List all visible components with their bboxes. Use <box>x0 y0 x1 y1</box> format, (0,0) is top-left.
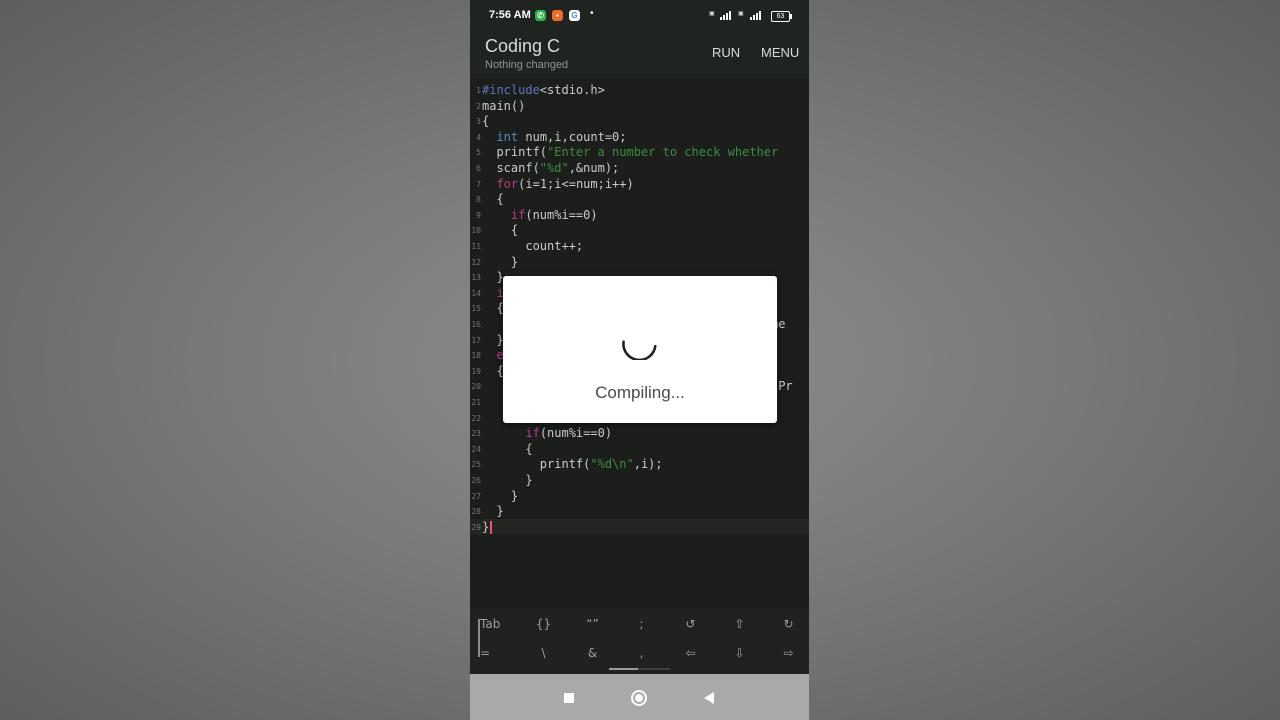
scroll-indicator[interactable] <box>609 668 638 670</box>
extra-keys-bar: Tab {} “”; ↺ ⇧ ↻ = \ &, ⇦ ⇩ ⇨ <box>470 608 809 674</box>
arrow-left-icon[interactable]: ⇦ <box>666 646 715 660</box>
phone-screen: 7:56 AM ✆ ▪ G • ▣ ▣ 63 Coding C Nothing … <box>470 0 809 720</box>
undo-icon[interactable]: ↺ <box>666 617 715 631</box>
compiling-message: Compiling... <box>595 383 685 402</box>
compiling-dialog: Compiling... <box>503 276 777 423</box>
back-icon[interactable] <box>704 692 714 704</box>
comma-key[interactable]: , <box>617 646 666 660</box>
redo-icon[interactable]: ↻ <box>764 617 809 631</box>
equals-key[interactable]: = <box>480 646 510 660</box>
recents-icon[interactable] <box>564 693 574 703</box>
shift-up-icon[interactable]: ⇧ <box>715 617 764 631</box>
arrow-right-icon[interactable]: ⇨ <box>764 646 809 660</box>
tab-key[interactable]: Tab <box>480 617 510 631</box>
semicolon-key[interactable]: ; <box>617 617 666 631</box>
braces-key[interactable]: {} <box>519 617 568 631</box>
ampersand-key[interactable]: & <box>568 646 617 660</box>
quotes-key[interactable]: “” <box>568 617 617 631</box>
navigation-bar <box>470 674 809 720</box>
backslash-key[interactable]: \ <box>519 646 568 660</box>
spinner-icon <box>622 340 657 360</box>
scroll-track <box>638 668 670 670</box>
arrow-down-icon[interactable]: ⇩ <box>715 646 764 660</box>
home-icon[interactable] <box>631 690 647 706</box>
